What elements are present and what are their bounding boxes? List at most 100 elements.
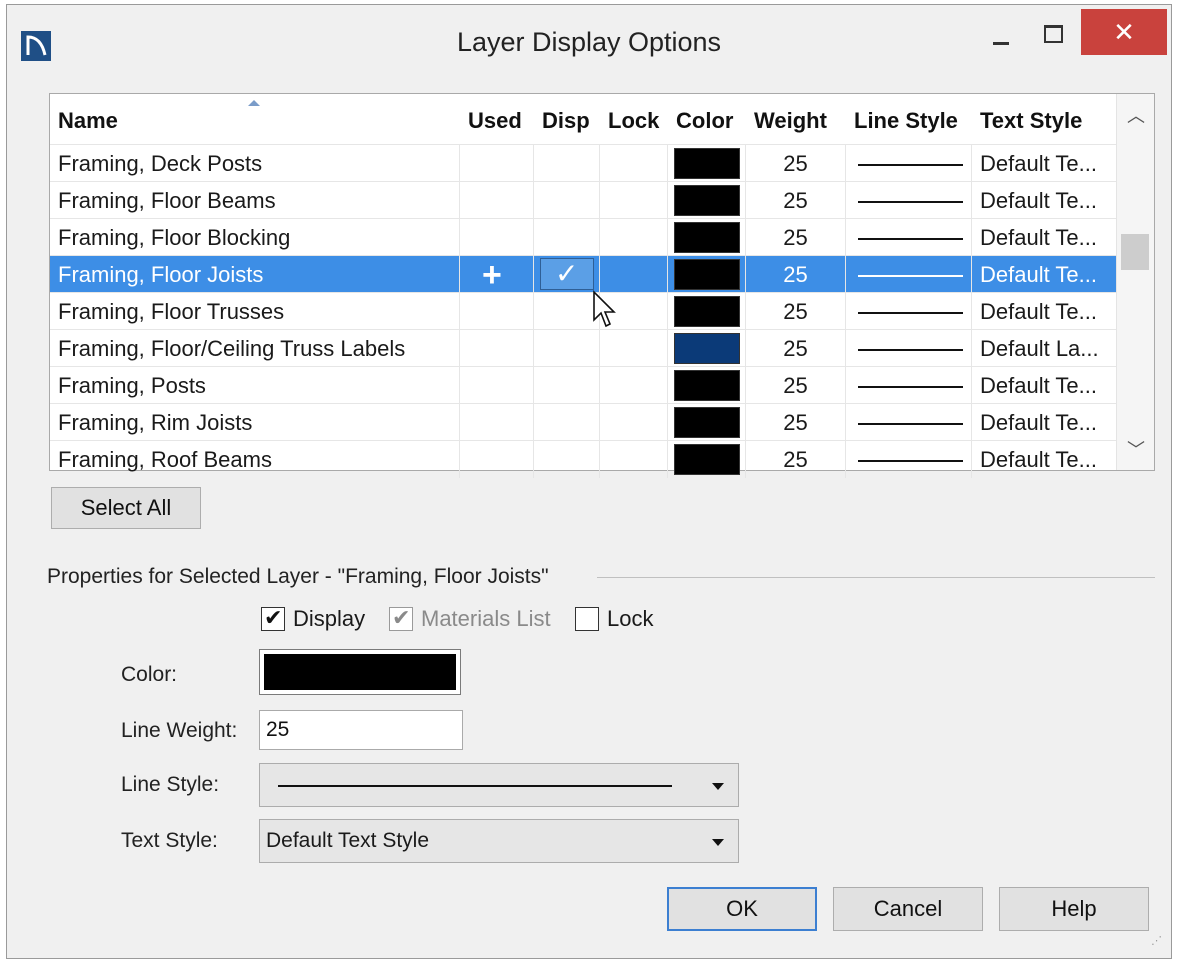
weight-cell[interactable]: 25 [746,182,846,219]
column-header-lock[interactable]: Lock [600,94,668,144]
used-cell[interactable] [460,367,534,404]
color-cell[interactable] [668,330,746,367]
column-header-text-style[interactable]: Text Style [972,94,1116,144]
color-cell[interactable] [668,367,746,404]
color-cell[interactable] [668,145,746,182]
disp-cell[interactable] [534,219,600,256]
text-style-cell[interactable]: Default Te... [972,404,1116,441]
color-cell[interactable] [668,256,746,293]
text-style-dropdown[interactable]: Default Text Style [259,819,739,863]
help-button[interactable]: Help [999,887,1149,931]
table-row[interactable]: Framing, Deck Posts 25 Default Te... [50,144,1116,182]
table-row[interactable]: Framing, Floor Beams 25 Default Te... [50,181,1116,219]
lock-cell[interactable] [600,441,668,478]
scroll-up-icon[interactable]: ︿ [1117,102,1155,132]
used-cell[interactable] [460,182,534,219]
line-weight-input[interactable]: 25 [259,710,463,750]
select-all-button[interactable]: Select All [51,487,201,529]
table-row[interactable]: Framing, Floor/Ceiling Truss Labels 25 Def… [50,329,1116,367]
column-header-disp[interactable]: Disp [534,94,600,144]
materials-list-checkbox[interactable]: ✔ [389,605,413,631]
column-header-used[interactable]: Used [460,94,534,144]
column-header-weight[interactable]: Weight [746,94,846,144]
line-style-cell[interactable] [846,145,972,182]
line-style-dropdown[interactable] [259,763,739,807]
weight-cell[interactable]: 25 [746,404,846,441]
cancel-button[interactable]: Cancel [833,887,983,931]
resize-grip-icon[interactable]: ⋰ [1151,936,1165,952]
weight-cell[interactable]: 25 [746,219,846,256]
lock-cell[interactable] [600,404,668,441]
used-cell[interactable] [460,441,534,478]
lock-cell[interactable] [600,367,668,404]
scroll-down-icon[interactable]: ﹀ [1117,436,1155,466]
table-row[interactable]: Framing, Roof Beams 25 Default Te... [50,440,1116,478]
line-style-cell[interactable] [846,219,972,256]
maximize-button[interactable] [1031,13,1075,57]
line-style-cell[interactable] [846,404,972,441]
table-row[interactable]: Framing, Floor Trusses 25 Default Te... [50,292,1116,330]
text-style-cell[interactable]: Default La... [972,330,1116,367]
used-cell[interactable] [460,404,534,441]
lock-label: Lock [607,606,654,631]
text-style-cell[interactable]: Default Te... [972,256,1116,293]
lock-cell[interactable] [600,330,668,367]
color-cell[interactable] [668,219,746,256]
disp-cell[interactable] [534,367,600,404]
line-style-cell[interactable] [846,182,972,219]
table-scrollbar[interactable]: ︿ ﹀ [1116,94,1154,470]
lock-checkbox[interactable] [575,607,599,631]
lock-cell[interactable] [600,145,668,182]
weight-cell[interactable]: 25 [746,256,846,293]
text-style-cell[interactable]: Default Te... [972,441,1116,478]
color-cell[interactable] [668,441,746,478]
text-style-cell[interactable]: Default Te... [972,367,1116,404]
text-style-cell[interactable]: Default Te... [972,145,1116,182]
lock-cell[interactable] [600,219,668,256]
color-cell[interactable] [668,293,746,330]
column-header-color[interactable]: Color [668,94,746,144]
column-header-name[interactable]: Name [50,94,460,144]
line-style-cell[interactable] [846,330,972,367]
text-style-cell[interactable]: Default Te... [972,219,1116,256]
text-style-cell[interactable]: Default Te... [972,182,1116,219]
disp-cell[interactable] [534,293,600,330]
weight-cell[interactable]: 25 [746,330,846,367]
minimize-button[interactable] [981,13,1025,57]
disp-cell[interactable] [534,441,600,478]
disp-cell[interactable] [534,404,600,441]
ok-button[interactable]: OK [667,887,817,931]
lock-cell[interactable] [600,182,668,219]
line-style-cell[interactable] [846,367,972,404]
close-button[interactable]: ✕ [1081,9,1167,55]
disp-check-box[interactable]: ✓ [540,258,594,290]
used-cell[interactable]: + [460,256,534,293]
color-picker-button[interactable] [259,649,461,695]
disp-cell[interactable] [534,182,600,219]
weight-cell[interactable]: 25 [746,293,846,330]
used-cell[interactable] [460,145,534,182]
weight-cell[interactable]: 25 [746,367,846,404]
table-row[interactable]: Framing, Floor Joists + ✓ 25 Default Te... [50,255,1116,293]
used-cell[interactable] [460,293,534,330]
color-cell[interactable] [668,404,746,441]
weight-cell[interactable]: 25 [746,145,846,182]
weight-cell[interactable]: 25 [746,441,846,478]
color-cell[interactable] [668,182,746,219]
scroll-thumb[interactable] [1121,234,1149,270]
lock-cell[interactable] [600,256,668,293]
line-style-cell[interactable] [846,256,972,293]
used-cell[interactable] [460,330,534,367]
disp-cell[interactable] [534,145,600,182]
table-row[interactable]: Framing, Posts 25 Default Te... [50,366,1116,404]
disp-cell[interactable] [534,330,600,367]
line-style-cell[interactable] [846,293,972,330]
table-row[interactable]: Framing, Rim Joists 25 Default Te... [50,403,1116,441]
line-style-cell[interactable] [846,441,972,478]
column-header-line-style[interactable]: Line Style [846,94,972,144]
display-checkbox[interactable]: ✔ [261,605,285,631]
used-cell[interactable] [460,219,534,256]
table-row[interactable]: Framing, Floor Blocking 25 Default Te... [50,218,1116,256]
text-style-cell[interactable]: Default Te... [972,293,1116,330]
disp-cell[interactable]: ✓ [534,256,600,293]
